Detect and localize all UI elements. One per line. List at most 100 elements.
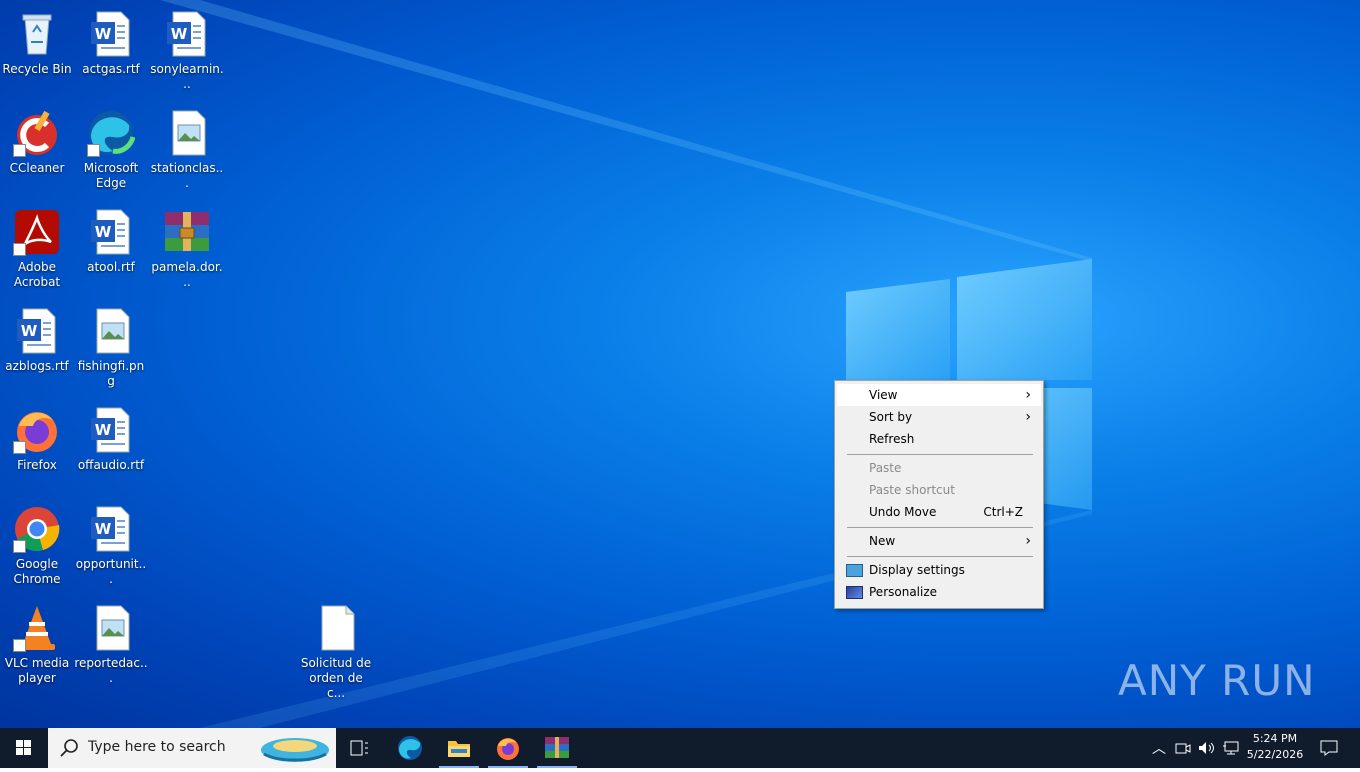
volume-icon	[1199, 742, 1214, 754]
network-icon	[1223, 741, 1239, 755]
menu-item-label: Undo Move	[869, 505, 937, 519]
desktop-icon-ccleaner[interactable]: CCleaner	[0, 103, 74, 199]
word-document-icon: W	[87, 10, 135, 58]
image-file-icon	[87, 604, 135, 652]
watermark-text: ANY RUN	[1118, 656, 1316, 705]
word-document-icon: W	[87, 208, 135, 256]
firefox-icon	[13, 406, 61, 454]
menu-item-undo-move[interactable]: Undo Move Ctrl+Z	[837, 501, 1041, 523]
menu-item-display-settings[interactable]: Display settings	[837, 559, 1041, 581]
menu-item-paste[interactable]: Paste	[837, 457, 1041, 479]
icon-label: actgas.rtf	[82, 62, 140, 76]
desktop-context-menu: View › Sort by › Refresh Paste Paste sho…	[834, 380, 1044, 609]
notification-icon	[1320, 740, 1338, 756]
icon-label: opportunit...	[75, 557, 147, 586]
word-document-icon: W	[13, 307, 61, 355]
icon-label: CCleaner	[9, 161, 65, 175]
desktop[interactable]: Recycle Bin CCleaner Adobe Acrobat W azb…	[0, 0, 1360, 728]
taskbar-winrar[interactable]	[533, 728, 581, 768]
menu-item-sort-by[interactable]: Sort by ›	[837, 406, 1041, 428]
menu-item-personalize[interactable]: Personalize	[837, 581, 1041, 603]
menu-item-new[interactable]: New ›	[837, 530, 1041, 552]
winrar-archive-icon	[545, 737, 569, 758]
shortcut-arrow-icon	[13, 639, 26, 652]
chevron-right-icon: ›	[1025, 533, 1031, 549]
icon-label: azblogs.rtf	[5, 359, 69, 373]
blank-file-icon	[312, 604, 360, 652]
menu-item-label: Paste shortcut	[869, 483, 955, 497]
word-document-icon: W	[87, 505, 135, 553]
search-placeholder: Type here to search	[88, 739, 226, 755]
taskbar-edge[interactable]	[386, 728, 434, 768]
menu-item-paste-shortcut[interactable]: Paste shortcut	[837, 479, 1041, 501]
menu-item-label: New	[869, 534, 896, 548]
shortcut-arrow-icon	[13, 540, 26, 553]
svg-text:W: W	[95, 25, 112, 43]
display-settings-icon	[846, 564, 863, 577]
taskbar-file-explorer[interactable]	[435, 728, 483, 768]
desktop-icon-fishingfi[interactable]: fishingfi.png	[74, 301, 148, 397]
desktop-icon-atool[interactable]: W atool.rtf	[74, 202, 148, 298]
tray-camera[interactable]	[1172, 728, 1194, 768]
search-icon	[60, 739, 78, 757]
desktop-icon-microsoft-edge[interactable]: Microsoft Edge	[74, 103, 148, 199]
tray-volume[interactable]	[1196, 728, 1218, 768]
desktop-icon-sonylearnin[interactable]: W sonylearnin...	[150, 4, 224, 100]
menu-separator	[847, 527, 1033, 528]
notifications-button[interactable]	[1312, 728, 1346, 768]
anyrun-watermark: ANY RUN	[1118, 656, 1316, 705]
icon-label: Adobe Acrobat	[13, 260, 61, 289]
icon-label: VLC media player	[4, 656, 70, 685]
task-view-button[interactable]	[336, 728, 384, 768]
winrar-archive-icon	[163, 208, 211, 256]
menu-item-label: Personalize	[869, 585, 938, 599]
svg-text:W: W	[95, 421, 112, 439]
shortcut-arrow-icon	[13, 243, 26, 256]
icon-label: sonylearnin...	[150, 62, 224, 91]
chrome-icon	[13, 505, 61, 553]
menu-separator	[847, 454, 1033, 455]
desktop-icon-vlc[interactable]: VLC media player	[0, 598, 74, 694]
clock-date: 5/22/2026	[1246, 748, 1304, 761]
menu-item-label: Refresh	[869, 432, 915, 446]
svg-text:W: W	[171, 25, 188, 43]
search-highlight-icon	[261, 738, 329, 762]
menu-item-label: Sort by	[869, 410, 913, 424]
desktop-icon-adobe-acrobat[interactable]: Adobe Acrobat	[0, 202, 74, 298]
desktop-icon-stationclas[interactable]: stationclas...	[150, 103, 224, 199]
menu-item-label: Paste	[869, 461, 902, 475]
desktop-icon-recycle-bin[interactable]: Recycle Bin	[0, 4, 74, 100]
start-button[interactable]	[0, 728, 48, 768]
desktop-icon-actgas[interactable]: W actgas.rtf	[74, 4, 148, 100]
icon-label: stationclas...	[150, 161, 224, 190]
ccleaner-icon	[13, 109, 61, 157]
desktop-icon-pamela-dor[interactable]: pamela.dor...	[150, 202, 224, 298]
tray-network[interactable]	[1220, 728, 1242, 768]
chevron-right-icon: ›	[1025, 409, 1031, 425]
edge-icon	[398, 736, 422, 760]
folder-icon	[448, 741, 470, 757]
desktop-icon-opportunit[interactable]: W opportunit...	[74, 499, 148, 595]
desktop-icon-google-chrome[interactable]: Google Chrome	[0, 499, 74, 595]
image-file-icon	[87, 307, 135, 355]
taskbar-search-box[interactable]: Type here to search	[48, 728, 336, 768]
desktop-icon-firefox[interactable]: Firefox	[0, 400, 74, 496]
menu-item-view[interactable]: View ›	[837, 384, 1041, 406]
clock-time: 5:24 PM	[1252, 732, 1298, 745]
desktop-icon-azblogs[interactable]: W azblogs.rtf	[0, 301, 74, 397]
taskbar-firefox[interactable]	[484, 728, 532, 768]
firefox-icon	[497, 738, 519, 760]
desktop-icon-reportedac[interactable]: reportedac...	[74, 598, 148, 694]
icon-label: Solicitud de orden de c...	[300, 656, 372, 700]
icon-label: Microsoft Edge	[83, 161, 139, 190]
chevron-right-icon: ›	[1025, 387, 1031, 403]
desktop-icon-solicitud[interactable]: Solicitud de orden de c...	[299, 598, 373, 700]
shortcut-arrow-icon	[87, 144, 100, 157]
icon-label: Firefox	[17, 458, 57, 472]
show-hidden-icons-button[interactable]: ︿	[1148, 728, 1170, 768]
taskbar-clock[interactable]: 5:24 PM 5/22/2026	[1246, 731, 1304, 763]
icon-label: Recycle Bin	[2, 62, 72, 76]
desktop-icon-offaudio[interactable]: W offaudio.rtf	[74, 400, 148, 496]
word-document-icon: W	[163, 10, 211, 58]
menu-item-refresh[interactable]: Refresh	[837, 428, 1041, 450]
